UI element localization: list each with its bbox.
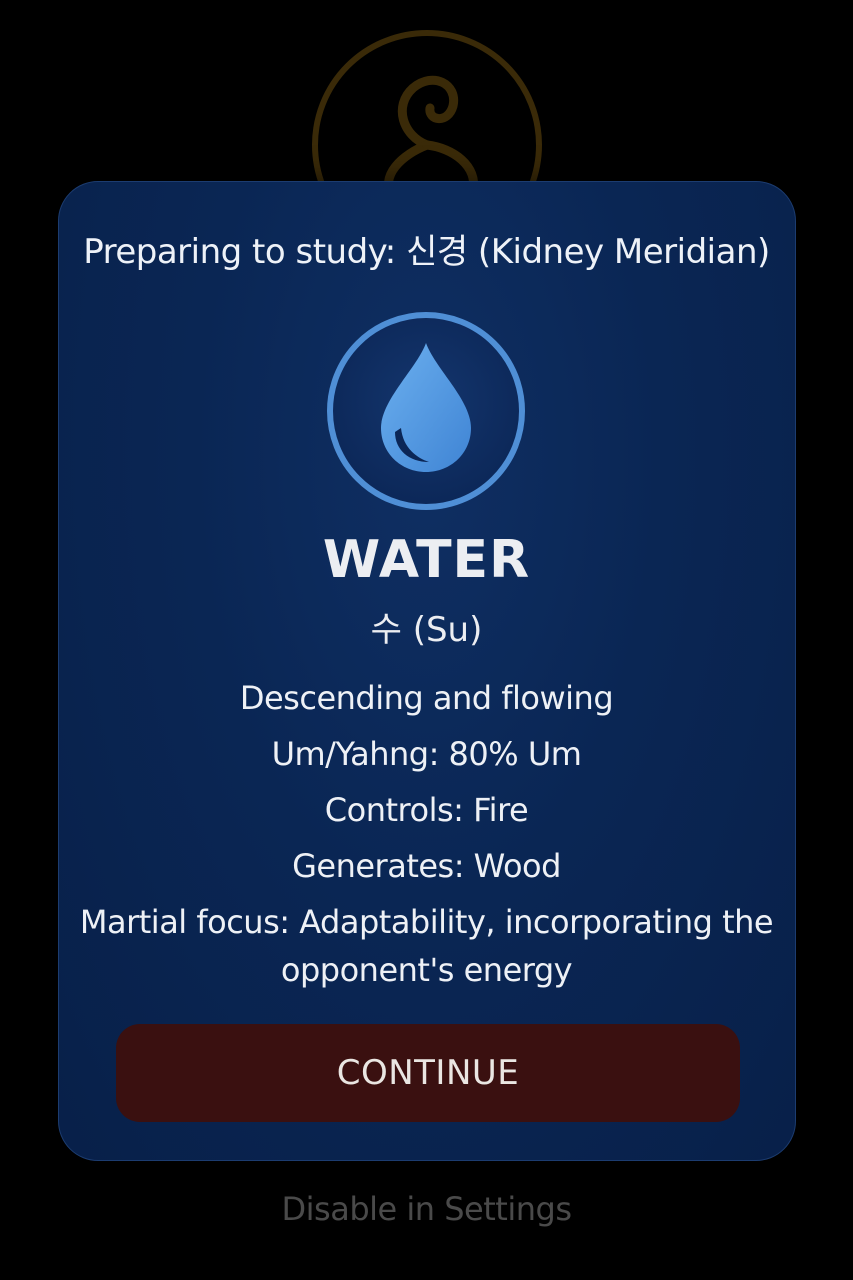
disable-in-settings-link[interactable]: Disable in Settings [0,1190,853,1228]
water-drop-icon [327,312,525,510]
controls-element: Controls: Fire [324,791,529,829]
element-name: WATER [322,530,531,590]
generates-element: Generates: Wood [292,847,561,885]
um-yahng-ratio: Um/Yahng: 80% Um [271,735,582,773]
dialog-heading: Preparing to study: 신경 (Kidney Meridian) [83,232,770,272]
martial-focus: Martial focus: Adaptability, incorporati… [79,903,774,989]
app-screen: Preparing to study: 신경 (Kidney Meridian)… [0,0,853,1280]
element-korean-name: 수 (Su) [370,610,483,650]
element-description: Descending and flowing [239,679,614,717]
continue-button[interactable]: CONTINUE [116,1024,740,1122]
